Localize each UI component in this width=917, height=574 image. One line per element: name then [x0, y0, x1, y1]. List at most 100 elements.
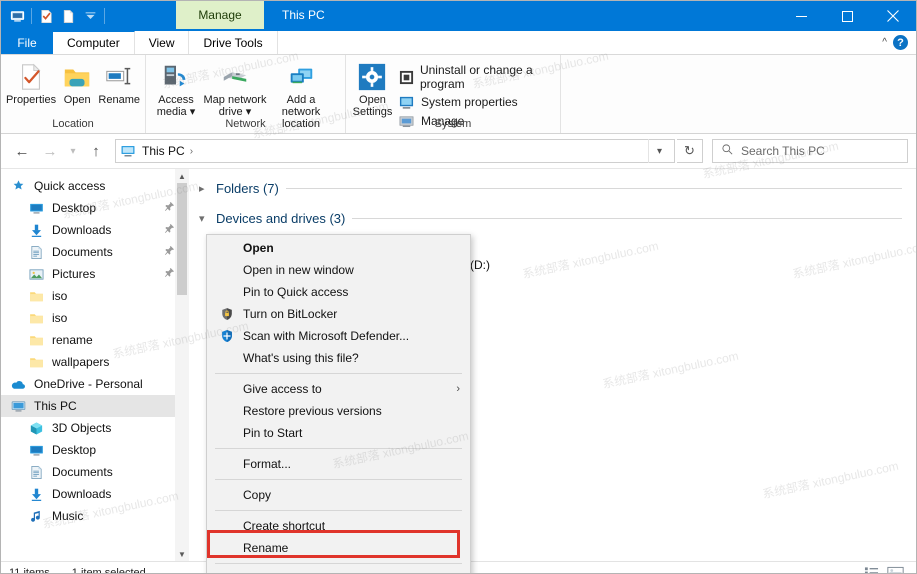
this-pc-icon[interactable] — [7, 6, 27, 26]
uninstall-or-change-program-button[interactable]: Uninstall or change a program — [399, 63, 556, 91]
music-icon — [27, 508, 45, 524]
sidebar-item-documents[interactable]: Documents — [1, 241, 189, 263]
chevron-up-icon[interactable]: ^ — [882, 37, 887, 48]
context-menu-item-open[interactable]: Open — [207, 237, 470, 259]
sidebar-item-wallpapers[interactable]: wallpapers — [1, 351, 189, 373]
minimize-icon[interactable] — [778, 1, 824, 31]
dropdown-caret-icon: ▾ — [190, 106, 196, 118]
properties-icon — [16, 61, 46, 93]
sidebar-item-documents[interactable]: Documents — [1, 461, 189, 483]
large-icons-view-button[interactable] — [886, 565, 904, 574]
qat-separator-1 — [31, 8, 32, 24]
view-buttons — [862, 565, 908, 574]
sidebar-item-desktop[interactable]: Desktop — [1, 439, 189, 461]
context-menu-item-label: Copy — [243, 488, 271, 502]
recent-locations-icon[interactable]: ▾ — [65, 138, 81, 164]
sidebar-item-pictures[interactable]: Pictures — [1, 263, 189, 285]
system-properties-button[interactable]: System properties — [399, 94, 556, 110]
scroll-down-icon[interactable]: ▼ — [175, 547, 189, 561]
maximize-icon[interactable] — [824, 1, 870, 31]
file-explorer-window: Manage This PC File Computer View Drive … — [0, 0, 917, 574]
sidebar-item-iso[interactable]: iso — [1, 285, 189, 307]
refresh-icon[interactable]: ↻ — [677, 139, 703, 163]
dropdown-caret-icon: ▾ — [246, 106, 252, 118]
sidebar-item-music[interactable]: Music — [1, 505, 189, 527]
open-settings-button[interactable]: Open Settings — [350, 59, 395, 118]
address-path-box[interactable]: This PC › ▾ — [115, 139, 675, 163]
properties-icon[interactable] — [36, 6, 56, 26]
pin-icon[interactable] — [164, 245, 175, 259]
forward-arrow-icon[interactable]: → — [37, 138, 63, 164]
sidebar-item-downloads[interactable]: Downloads — [1, 483, 189, 505]
context-menu-item-create-shortcut[interactable]: Create shortcut — [207, 515, 470, 537]
context-menu-item-open-in-new-window[interactable]: Open in new window — [207, 259, 470, 281]
group-header-devices-and-drives[interactable]: ▾ Devices and drives (3) — [189, 205, 916, 231]
sidebar-item-downloads[interactable]: Downloads — [1, 219, 189, 241]
context-menu-separator — [215, 510, 462, 511]
context-menu-item-scan-with-microsoft-defender[interactable]: Scan with Microsoft Defender... — [207, 325, 470, 347]
sidebar-item-label: Desktop — [52, 443, 96, 457]
context-menu-item-turn-on-bitlocker[interactable]: Turn on BitLocker — [207, 303, 470, 325]
scroll-up-icon[interactable]: ▲ — [175, 169, 189, 183]
pin-icon[interactable] — [164, 267, 175, 281]
navigation-scrollbar[interactable]: ▲ ▼ — [175, 169, 189, 561]
close-icon[interactable] — [870, 1, 916, 31]
group-header-devices-label: Devices and drives (3) — [216, 211, 345, 226]
pin-icon[interactable] — [164, 201, 175, 215]
tab-file[interactable]: File — [1, 31, 53, 54]
dropdown-icon[interactable] — [80, 6, 100, 26]
pin-icon[interactable] — [164, 223, 175, 237]
breadcrumb-this-pc[interactable]: This PC — [142, 144, 185, 158]
scrollbar-thumb[interactable] — [177, 183, 187, 295]
contextual-tab-manage[interactable]: Manage — [176, 1, 264, 29]
desktop-icon — [27, 200, 45, 216]
tab-computer[interactable]: Computer — [53, 31, 135, 54]
access-media-button[interactable]: Access media ▾ — [150, 59, 202, 118]
sidebar-item-label: rename — [52, 333, 93, 347]
open-button[interactable]: Open — [57, 59, 97, 106]
context-menu-item-pin-to-start[interactable]: Pin to Start — [207, 422, 470, 444]
sidebar-item-onedrive-personal[interactable]: OneDrive - Personal — [1, 373, 189, 395]
breadcrumb-separator[interactable]: › — [190, 146, 193, 157]
rename-icon — [104, 61, 134, 93]
sidebar-item-quick-access[interactable]: Quick access — [1, 175, 189, 197]
group-header-folders[interactable]: ▸ Folders (7) — [189, 175, 916, 201]
context-menu-item-copy[interactable]: Copy — [207, 484, 470, 506]
tab-drive-tools[interactable]: Drive Tools — [189, 31, 277, 54]
pictures-icon — [27, 266, 45, 282]
star-pin-icon — [9, 178, 27, 194]
context-menu-item-restore-previous-versions[interactable]: Restore previous versions — [207, 400, 470, 422]
sidebar-item-iso[interactable]: iso — [1, 307, 189, 329]
context-menu-item-pin-to-quick-access[interactable]: Pin to Quick access — [207, 281, 470, 303]
system-properties-label: System properties — [421, 95, 518, 109]
search-input[interactable]: Search This PC — [712, 139, 908, 163]
new-folder-icon[interactable] — [58, 6, 78, 26]
up-arrow-icon[interactable]: ↑ — [83, 138, 109, 164]
folder-icon — [27, 332, 45, 348]
sidebar-item-3d-objects[interactable]: 3D Objects — [1, 417, 189, 439]
tab-row-spacer — [278, 31, 883, 54]
rename-button[interactable]: Rename — [97, 59, 141, 106]
details-view-button[interactable] — [862, 565, 880, 574]
tab-view[interactable]: View — [135, 31, 190, 54]
context-menu-separator — [215, 448, 462, 449]
chevron-down-icon[interactable]: ▾ — [648, 139, 670, 163]
properties-button[interactable]: Properties — [5, 59, 57, 106]
context-menu-item-format[interactable]: Format... — [207, 453, 470, 475]
3d-objects-icon — [27, 420, 45, 436]
back-arrow-icon[interactable]: ← — [9, 138, 35, 164]
folder-icon — [27, 310, 45, 326]
sidebar-item-this-pc[interactable]: This PC — [1, 395, 189, 417]
context-menu-item-give-access-to[interactable]: Give access to› — [207, 378, 470, 400]
sidebar-item-desktop[interactable]: Desktop — [1, 197, 189, 219]
context-menu-item-label: Restore previous versions — [243, 404, 382, 418]
search-icon — [721, 143, 734, 159]
help-icon[interactable]: ? — [893, 35, 908, 50]
context-menu-item-rename[interactable]: Rename — [207, 537, 470, 559]
chevron-down-icon[interactable]: ▾ — [199, 212, 209, 225]
sidebar-item-rename[interactable]: rename — [1, 329, 189, 351]
ribbon-group-network: Access media ▾ Map network drive ▾ Add a… — [146, 55, 346, 133]
map-network-drive-button[interactable]: Map network drive ▾ — [202, 59, 268, 118]
chevron-right-icon[interactable]: ▸ — [199, 182, 209, 195]
context-menu-item-what-s-using-this-file[interactable]: What's using this file? — [207, 347, 470, 369]
